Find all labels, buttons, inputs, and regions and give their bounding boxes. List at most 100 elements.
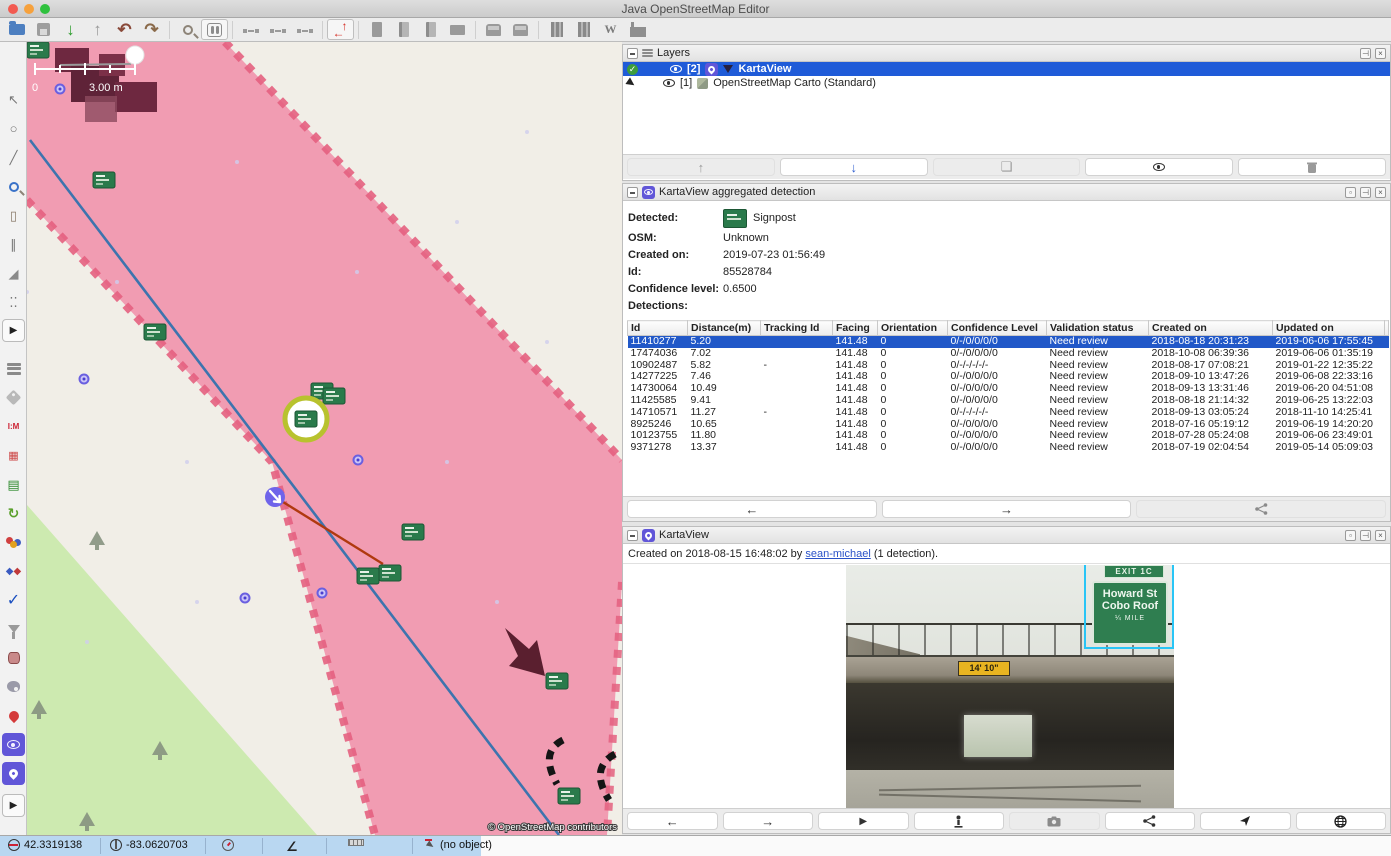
delete-tool-button[interactable]: ▯	[2, 204, 25, 227]
lasso-tool-button[interactable]: ○	[2, 117, 25, 140]
node-marker[interactable]	[126, 46, 144, 64]
tags-toggle-button[interactable]	[2, 386, 25, 409]
authors-panel-button[interactable]	[2, 531, 25, 554]
delete-layer-button[interactable]	[1238, 158, 1386, 176]
upload-button[interactable]: ↑	[84, 19, 111, 40]
detection-row[interactable]: 892524610.65141.4800/-/0/0/0/0Need revie…	[628, 419, 1389, 431]
merge-layers-button[interactable]: ❏	[933, 158, 1081, 176]
vehicle-tool-2-button[interactable]	[507, 19, 534, 40]
switch-photo-format-button[interactable]	[914, 812, 1005, 830]
close-panel-button[interactable]: ×	[1375, 530, 1386, 541]
collapse-panel-button[interactable]	[627, 187, 638, 198]
toggle-visibility-button[interactable]	[1085, 158, 1233, 176]
column-header[interactable]: Facing	[833, 321, 878, 336]
previous-detection-button[interactable]: ←	[627, 500, 877, 518]
column-tool-1-button[interactable]	[543, 19, 570, 40]
map-canvas[interactable]: 0 3.00 m	[27, 42, 622, 835]
undo-button[interactable]: ↶	[111, 19, 138, 40]
detection-row[interactable]: 114255859.41141.4800/-/0/0/0/0Need revie…	[628, 395, 1389, 407]
selected-image-marker[interactable]	[265, 487, 285, 507]
play-sequence-button[interactable]: ▶	[818, 812, 909, 830]
redo-button[interactable]: ↷	[138, 19, 165, 40]
kartaview-detections-button[interactable]	[2, 733, 25, 756]
detection-row[interactable]: 114102775.20141.4800/-/0/0/0/0Need revie…	[628, 336, 1389, 348]
w-tool-button[interactable]: W	[597, 19, 624, 40]
move-layer-up-button[interactable]: ↑	[627, 158, 775, 176]
filter-button[interactable]	[2, 617, 25, 640]
relation-editor-button[interactable]: I:M	[2, 415, 25, 438]
distribute-nodes-button[interactable]	[291, 19, 318, 40]
next-photo-button[interactable]: →	[723, 812, 814, 830]
vehicle-tool-1-button[interactable]	[480, 19, 507, 40]
layer-row-osm-carto[interactable]: [1] OpenStreetMap Carto (Standard)	[623, 76, 1390, 90]
open-web-button[interactable]	[1296, 812, 1387, 830]
sticky-panel-button[interactable]: ▫	[1345, 187, 1356, 198]
share-detection-button[interactable]	[1136, 500, 1386, 518]
combine-ways-button[interactable]	[264, 19, 291, 40]
column-header[interactable]: Distance(m)	[688, 321, 761, 336]
panel-tool-4-button[interactable]	[444, 19, 471, 40]
expand-bottom-button[interactable]: ▶	[2, 794, 25, 817]
detection-row[interactable]: 174740367.02141.4800/-/0/0/0/0Need revie…	[628, 348, 1389, 360]
improve-accuracy-button[interactable]: ◢	[2, 262, 25, 285]
notes-button[interactable]	[2, 704, 25, 727]
author-link[interactable]: sean-michael	[805, 548, 870, 560]
select-tool-button[interactable]: ↖	[2, 88, 25, 111]
column-header[interactable]: Id	[628, 321, 688, 336]
camera-mode-button[interactable]	[1009, 812, 1100, 830]
close-panel-button[interactable]: ×	[1375, 187, 1386, 198]
detection-row[interactable]: 142772257.46141.4800/-/0/0/0/0Need revie…	[628, 371, 1389, 383]
next-detection-button[interactable]: →	[882, 500, 1132, 518]
open-file-button[interactable]	[3, 19, 30, 40]
column-header[interactable]: Updated on	[1273, 321, 1385, 336]
detection-row[interactable]: 1473006410.49141.4800/-/0/0/0/0Need revi…	[628, 383, 1389, 395]
layer-row-kartaview[interactable]: ✓ [2] KartaView	[623, 62, 1390, 76]
close-panel-button[interactable]: ×	[1375, 48, 1386, 59]
detection-row[interactable]: 937127813.37141.4800/-/0/0/0/0Need revie…	[628, 442, 1389, 454]
detection-row[interactable]: 109024875.82-141.4800/-/-/-/-/-Need revi…	[628, 360, 1389, 372]
photo-viewer[interactable]: 14' 10" EXIT 1C Howard St Cobo Roof ¼ MI…	[623, 563, 1390, 810]
panel-tool-2-button[interactable]	[390, 19, 417, 40]
move-layer-down-button[interactable]: ↓	[780, 158, 928, 176]
center-map-button[interactable]	[1200, 812, 1291, 830]
collapse-panel-button[interactable]	[627, 48, 638, 59]
column-header[interactable]: Created on	[1149, 321, 1273, 336]
sticky-panel-button[interactable]: ▫	[1345, 530, 1356, 541]
conflicts-panel-button[interactable]: ◆◆	[2, 560, 25, 583]
column-header[interactable]: Orientation	[878, 321, 948, 336]
detection-row[interactable]: 1012375511.80141.4800/-/0/0/0/0Need revi…	[628, 430, 1389, 442]
selected-detection-marker[interactable]	[285, 398, 327, 440]
unglue-tool-button[interactable]: ⁚⁚	[2, 291, 25, 314]
kartaview-images-button[interactable]	[2, 762, 25, 785]
download-button[interactable]: ↓	[57, 19, 84, 40]
draw-tool-button[interactable]: ╱	[2, 146, 25, 169]
styles-button[interactable]	[2, 675, 25, 698]
save-button[interactable]	[30, 19, 57, 40]
dock-panel-button[interactable]: ⊣	[1360, 530, 1371, 541]
preferences-button[interactable]	[201, 19, 228, 40]
map-panel-button[interactable]: ▤	[2, 473, 25, 496]
dock-panel-button[interactable]: ⊣	[1360, 48, 1371, 59]
layers-toggle-button[interactable]	[2, 357, 25, 380]
collapse-panel-button[interactable]	[627, 530, 638, 541]
parallel-tool-button[interactable]: ∥	[2, 233, 25, 256]
visibility-eye-icon[interactable]	[663, 79, 675, 87]
validator-button[interactable]: ✓	[2, 588, 25, 611]
merge-nodes-button[interactable]	[237, 19, 264, 40]
factory-tool-button[interactable]	[624, 19, 651, 40]
detection-bounding-box[interactable]	[1084, 565, 1174, 649]
relation-network-button[interactable]: ▦	[2, 444, 25, 467]
panel-tool-3-button[interactable]	[417, 19, 444, 40]
visibility-eye-icon[interactable]	[670, 65, 682, 73]
search-button[interactable]	[174, 19, 201, 40]
street-photo[interactable]: 14' 10" EXIT 1C Howard St Cobo Roof ¼ MI…	[846, 565, 1174, 810]
dock-panel-button[interactable]: ⊣	[1360, 187, 1371, 198]
zoom-tool-button[interactable]	[2, 175, 25, 198]
expand-tools-button[interactable]: ▶	[2, 319, 25, 342]
refresh-button[interactable]: ↻	[2, 502, 25, 525]
panel-tool-1-button[interactable]	[363, 19, 390, 40]
share-photo-button[interactable]	[1105, 812, 1196, 830]
changeset-button[interactable]	[2, 646, 25, 669]
detection-row[interactable]: 1471057111.27-141.4800/-/-/-/-/-Need rev…	[628, 407, 1389, 419]
column-tool-2-button[interactable]	[570, 19, 597, 40]
